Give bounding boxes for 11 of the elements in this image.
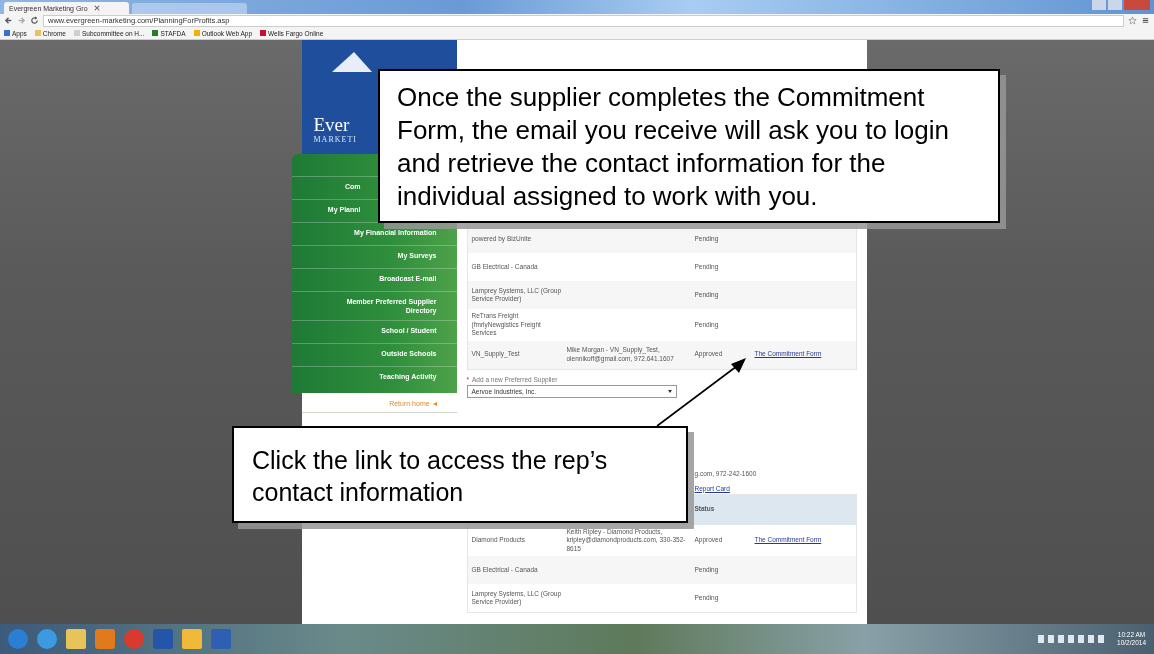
close-icon[interactable] [93, 5, 100, 11]
caret-icon [667, 389, 672, 393]
logo-text: Ever [313, 115, 350, 135]
reload-icon[interactable] [30, 16, 39, 25]
roof-logo-icon [331, 52, 372, 72]
menu-icon[interactable] [1141, 16, 1150, 25]
window-controls-icon[interactable] [1092, 0, 1150, 10]
forward-icon[interactable] [17, 16, 26, 25]
star-icon[interactable] [1128, 16, 1137, 25]
logo-subtext: MARKETI [313, 135, 357, 144]
back-icon[interactable] [4, 16, 13, 25]
